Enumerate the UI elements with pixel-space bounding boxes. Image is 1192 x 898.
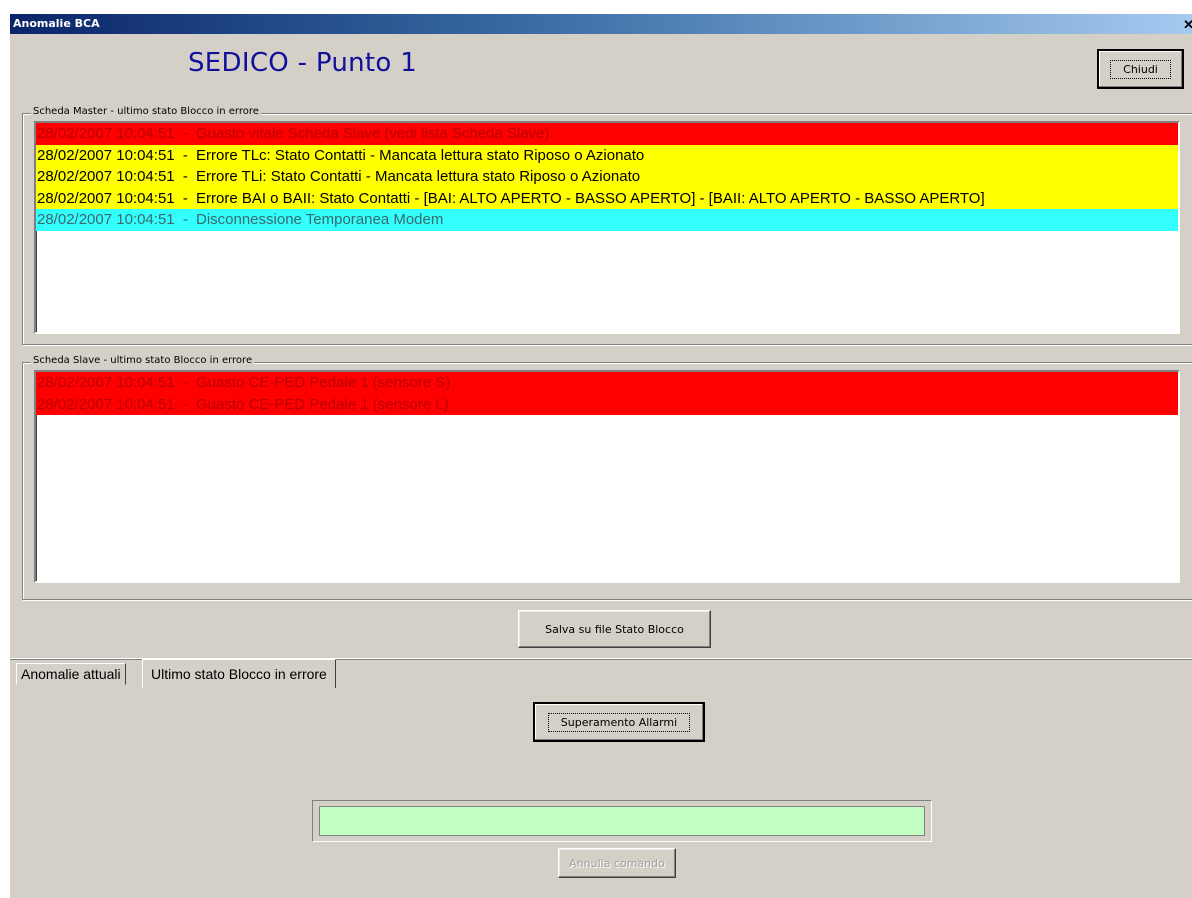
row-timestamp: 28/02/2007 10:04:51 [37, 125, 175, 142]
row-separator: - [182, 189, 188, 207]
save-state-button[interactable]: Salva su file Stato Blocco [518, 610, 711, 648]
command-progress-bar [312, 800, 932, 842]
list-item[interactable]: 28/02/2007 10:04:51 - Errore BAI o BAII:… [36, 187, 1178, 209]
list-item[interactable]: 28/02/2007 10:04:51 - Errore TLc: Stato … [36, 144, 1178, 166]
row-timestamp: 28/02/2007 10:04:51 [37, 168, 175, 185]
row-separator: - [182, 125, 188, 142]
row-message: Guasto vitale Scheda Slave (vedi lista S… [195, 125, 550, 142]
override-alarms-label: Superamento Allarmi [547, 712, 691, 732]
cancel-command-button: Annulla comando [558, 848, 676, 878]
row-message: Errore TLc: Stato Contatti - Mancata let… [195, 146, 645, 164]
close-button[interactable]: Chiudi [1097, 49, 1184, 89]
tab-ultimo-stato-blocco[interactable]: Ultimo stato Blocco in errore [142, 659, 336, 688]
window-title: Anomalie BCA [13, 17, 100, 30]
row-timestamp: 28/02/2007 10:04:51 [37, 189, 175, 207]
list-item[interactable]: 28/02/2007 10:04:51 - Guasto CE-PED Peda… [36, 372, 1178, 394]
list-item[interactable]: 28/02/2007 10:04:51 - Guasto CE-PED Peda… [36, 393, 1178, 415]
list-item[interactable]: 28/02/2007 10:04:51 - Guasto vitale Sche… [36, 123, 1178, 145]
row-separator: - [182, 168, 188, 185]
tab-anomalie-attuali[interactable]: Anomalie attuali [16, 663, 126, 685]
row-separator: - [182, 146, 188, 164]
row-separator: - [182, 211, 188, 228]
list-item[interactable]: 28/02/2007 10:04:51 - Disconnessione Tem… [36, 209, 1178, 231]
slave-error-list[interactable]: 28/02/2007 10:04:51 - Guasto CE-PED Peda… [34, 370, 1180, 583]
close-icon[interactable]: ✕ [1183, 17, 1192, 33]
row-message: Guasto CE-PED Pedale 1 (sensore L) [195, 395, 449, 413]
page-title: SEDICO - Punto 1 [188, 48, 418, 78]
row-message: Errore BAI o BAII: Stato Contatti - [BAI… [195, 189, 985, 207]
close-button-label: Chiudi [1110, 59, 1171, 79]
master-group-legend: Scheda Master - ultimo stato Blocco in e… [31, 106, 261, 117]
row-timestamp: 28/02/2007 10:04:51 [37, 395, 175, 413]
progress-fill [319, 806, 925, 836]
row-separator: - [182, 374, 188, 391]
row-timestamp: 28/02/2007 10:04:51 [37, 374, 175, 391]
title-bar[interactable]: Anomalie BCA ✕ [10, 14, 1192, 34]
row-timestamp: 28/02/2007 10:04:51 [37, 211, 175, 228]
override-alarms-button[interactable]: Superamento Allarmi [533, 702, 705, 742]
main-window: Anomalie BCA ✕ SEDICO - Punto 1 Chiudi S… [10, 14, 1192, 898]
list-item[interactable]: 28/02/2007 10:04:51 - Errore TLi: Stato … [36, 166, 1178, 188]
row-message: Errore TLi: Stato Contatti - Mancata let… [195, 168, 641, 185]
row-message: Disconnessione Temporanea Modem [195, 211, 444, 228]
row-message: Guasto CE-PED Pedale 1 (sensore S) [195, 374, 451, 391]
slave-group-legend: Scheda Slave - ultimo stato Blocco in er… [31, 355, 255, 366]
master-error-list[interactable]: 28/02/2007 10:04:51 - Guasto vitale Sche… [34, 121, 1180, 334]
row-separator: - [182, 395, 188, 413]
row-timestamp: 28/02/2007 10:04:51 [37, 146, 175, 164]
